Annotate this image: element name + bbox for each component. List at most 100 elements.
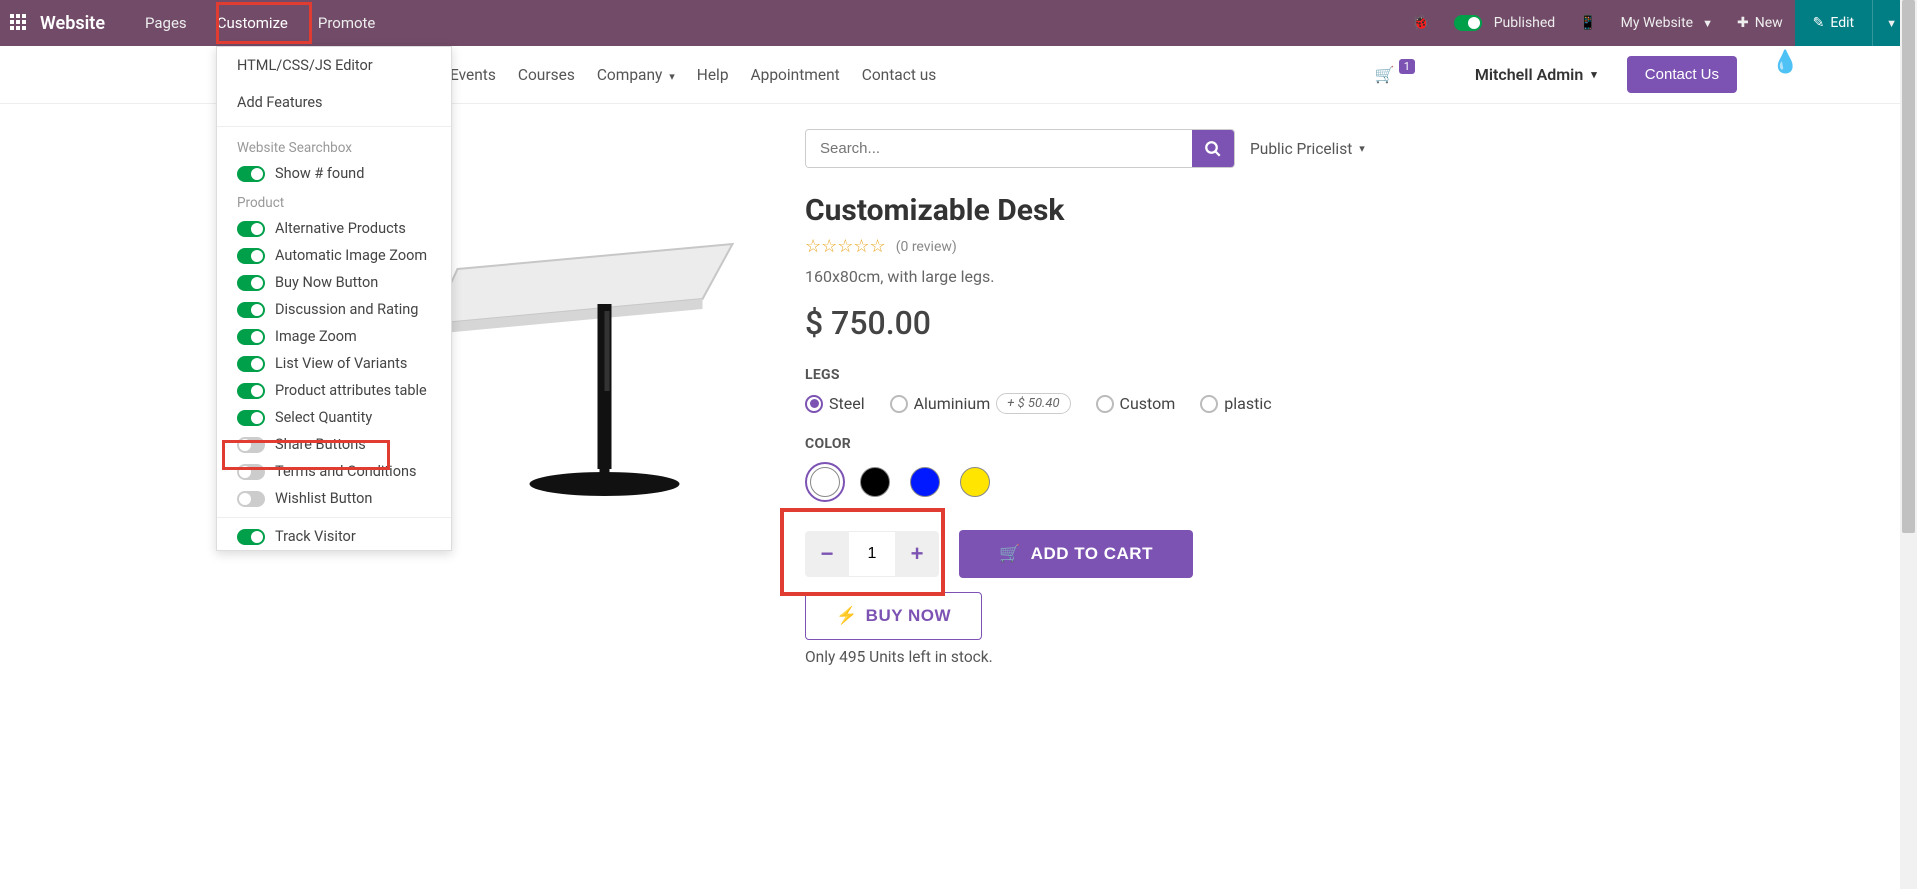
stock-text: Only 495 Units left in stock. (805, 648, 1717, 666)
scrollbar-thumb[interactable] (1902, 0, 1915, 533)
nav-help[interactable]: Help (697, 66, 729, 84)
scrollbar[interactable] (1900, 0, 1917, 889)
qty-plus-button[interactable]: + (895, 531, 939, 577)
new-label: New (1755, 15, 1783, 31)
menu-auto-zoom[interactable]: Automatic Image Zoom (217, 242, 451, 269)
menu-discussion[interactable]: Discussion and Rating (217, 296, 451, 323)
legs-option-label: Custom (1120, 394, 1176, 413)
edit-button[interactable]: ✎ Edit (1795, 0, 1872, 46)
review-count: (0 review) (896, 239, 957, 255)
mobile-preview-icon[interactable]: 📱 (1567, 0, 1608, 46)
product-title: Customizable Desk (805, 193, 1717, 228)
menu-label: Share Buttons (275, 436, 366, 453)
menu-label: Select Quantity (275, 409, 372, 426)
menu-terms[interactable]: Terms and Conditions (217, 458, 451, 485)
toggle-icon (237, 410, 265, 426)
color-blue[interactable] (905, 462, 945, 502)
radio-icon (1200, 395, 1218, 413)
apps-icon[interactable] (10, 14, 28, 32)
topnav-pages[interactable]: Pages (130, 2, 202, 44)
pricelist-dropdown[interactable]: Public Pricelist ▾ (1250, 140, 1365, 158)
menu-wishlist[interactable]: Wishlist Button (217, 485, 451, 512)
menu-section-product: Product (217, 187, 451, 215)
search-row: Public Pricelist ▾ (805, 129, 1717, 168)
menu-label: Alternative Products (275, 220, 406, 237)
color-swatch-icon (860, 467, 890, 497)
buy-now-label: BUY NOW (866, 606, 951, 626)
menu-add-features[interactable]: Add Features (217, 84, 451, 121)
legs-steel[interactable]: Steel (805, 394, 865, 413)
toggle-icon (237, 248, 265, 264)
legs-aluminium[interactable]: Aluminium+ $ 50.40 (890, 393, 1071, 414)
color-swatch-icon (960, 467, 990, 497)
qty-input[interactable] (849, 531, 895, 577)
user-name: Mitchell Admin (1475, 65, 1583, 84)
menu-select-quantity[interactable]: Select Quantity (217, 404, 451, 431)
menu-label: Discussion and Rating (275, 301, 418, 318)
chevron-down-icon: ▼ (1702, 17, 1713, 30)
menu-label: Automatic Image Zoom (275, 247, 427, 264)
legs-custom[interactable]: Custom (1096, 394, 1176, 413)
menu-share-buttons[interactable]: Share Buttons (217, 431, 451, 458)
nav-courses[interactable]: Courses (518, 66, 575, 84)
nav-appointment[interactable]: Appointment (751, 66, 840, 84)
search-input[interactable] (806, 130, 1192, 167)
search-button[interactable] (1192, 130, 1234, 167)
user-menu[interactable]: Mitchell Admin ▾ (1475, 65, 1597, 84)
contact-us-button[interactable]: Contact Us (1627, 56, 1737, 93)
color-yellow[interactable] (955, 462, 995, 502)
menu-label: Show # found (275, 165, 364, 182)
actions-row: − + 🛒 ADD TO CART (805, 530, 1717, 578)
color-white[interactable] (805, 462, 845, 502)
buy-now-button[interactable]: ⚡ BUY NOW (805, 592, 982, 640)
color-options (805, 462, 1717, 502)
pricelist-label: Public Pricelist (1250, 140, 1352, 158)
menu-show-found[interactable]: Show # found (217, 160, 451, 187)
customize-dropdown: HTML/CSS/JS Editor Add Features Website … (216, 46, 452, 551)
publish-toggle-wrap[interactable]: Published (1442, 0, 1567, 46)
toggle-icon (237, 356, 265, 372)
toggle-icon (237, 221, 265, 237)
menu-track-visitor[interactable]: Track Visitor (217, 523, 451, 550)
edit-label: Edit (1830, 15, 1854, 31)
nav-contact[interactable]: Contact us (862, 66, 937, 84)
topnav-promote[interactable]: Promote (303, 2, 391, 44)
app-topbar: Website Pages Customize Promote 🐞 Publis… (0, 0, 1917, 46)
publish-toggle-icon (1454, 15, 1482, 31)
chevron-down-icon: ▾ (1359, 142, 1365, 155)
topnav-customize[interactable]: Customize (202, 2, 303, 44)
my-website-label: My Website (1621, 15, 1693, 31)
legs-option-label: plastic (1224, 394, 1271, 413)
pencil-icon: ✎ (1813, 15, 1825, 31)
bug-icon[interactable]: 🐞 (1400, 0, 1441, 46)
theme-droplet-icon[interactable]: 💧 (1772, 50, 1799, 75)
toggle-icon (237, 529, 265, 545)
add-to-cart-button[interactable]: 🛒 ADD TO CART (959, 530, 1193, 578)
menu-list-variants[interactable]: List View of Variants (217, 350, 451, 377)
menu-section-searchbox: Website Searchbox (217, 132, 451, 160)
plus-icon: ✚ (1737, 15, 1749, 31)
toggle-icon (237, 275, 265, 291)
menu-label: Wishlist Button (275, 490, 372, 507)
toggle-icon (237, 464, 265, 480)
legs-plastic[interactable]: plastic (1200, 394, 1271, 413)
nav-company-label: Company (597, 66, 663, 84)
cart-count-badge: 1 (1399, 59, 1415, 74)
cart-button[interactable]: 🛒 1 (1375, 65, 1415, 84)
new-button[interactable]: ✚ New (1725, 0, 1795, 46)
menu-image-zoom[interactable]: Image Zoom (217, 323, 451, 350)
menu-label: List View of Variants (275, 355, 407, 372)
my-website-menu[interactable]: My Website ▼ (1609, 0, 1725, 46)
menu-html-editor[interactable]: HTML/CSS/JS Editor (217, 47, 451, 84)
menu-attr-table[interactable]: Product attributes table (217, 377, 451, 404)
legs-option-label: Steel (829, 394, 865, 413)
cart-icon: 🛒 (1375, 65, 1395, 84)
nav-company[interactable]: Company ▾ (597, 66, 675, 84)
nav-events[interactable]: Events (450, 66, 496, 84)
qty-minus-button[interactable]: − (805, 531, 849, 577)
menu-alternative-products[interactable]: Alternative Products (217, 215, 451, 242)
menu-label: Buy Now Button (275, 274, 378, 291)
menu-buy-now[interactable]: Buy Now Button (217, 269, 451, 296)
price-badge: + $ 50.40 (996, 393, 1070, 414)
color-black[interactable] (855, 462, 895, 502)
